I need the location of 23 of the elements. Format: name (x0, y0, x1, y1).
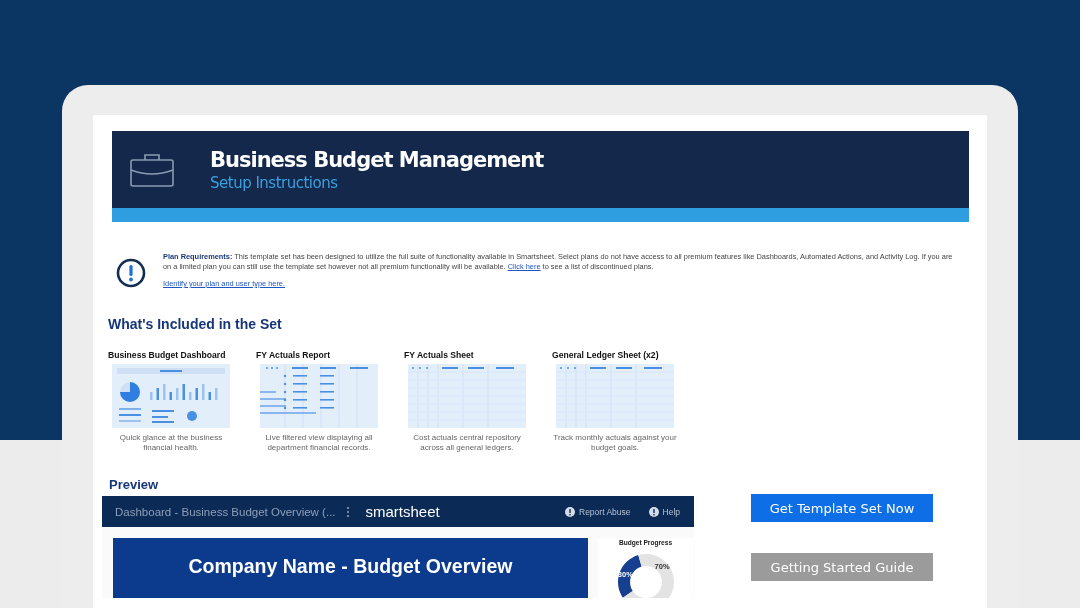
more-icon[interactable] (345, 505, 350, 518)
dashboard-banner: Company Name - Budget Overview (113, 538, 588, 598)
alert-icon (565, 506, 575, 517)
template-button[interactable]: Get Template Set Now (751, 494, 933, 522)
template-description: Cost actuals central repository across all general ledgers. (412, 433, 522, 453)
top-bar-link[interactable]: Report Abuse (565, 506, 631, 517)
briefcase-icon (130, 152, 174, 187)
template-title: General Ledger Sheet (x2) (552, 350, 659, 362)
template-title: FY Actuals Sheet (404, 350, 474, 362)
dashboard-name: Dashboard - Business Budget Overview (... (115, 505, 336, 518)
exclamation-icon (116, 258, 146, 288)
template-description: Quick glance at the business financial health. (118, 433, 224, 453)
section-heading: What's Included in the Set (108, 316, 283, 332)
top-bar-link[interactable]: Help (648, 506, 680, 517)
preview-heading: Preview (109, 477, 160, 492)
logo-text: smartsheet (365, 503, 440, 520)
page-subtitle: Setup Instructions (210, 173, 339, 192)
page-title: Business Budget Management (210, 147, 544, 172)
help-icon (648, 506, 659, 517)
template-title: Business Budget Dashboard (108, 350, 226, 362)
template-title: FY Actuals Report (256, 350, 331, 362)
template-description: Live filtered view displaying all department financial records. (264, 433, 374, 453)
template-description: Track monthly actuals against your budget goals. (552, 433, 678, 453)
